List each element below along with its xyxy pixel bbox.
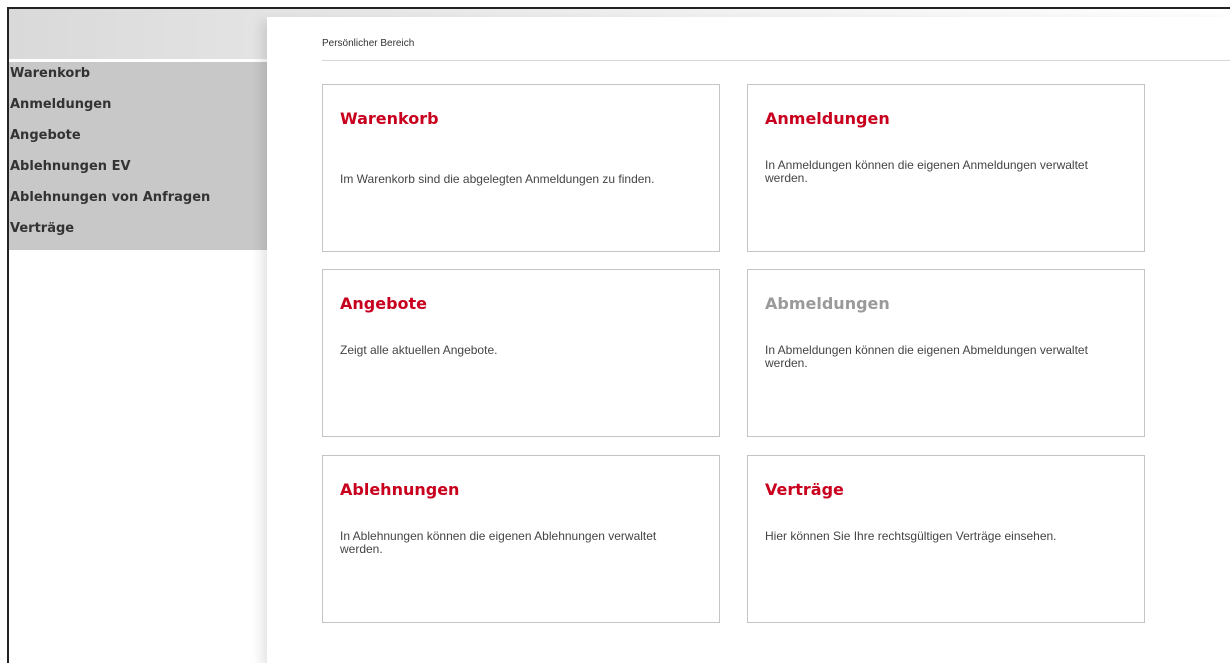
sidebar-nav: Warenkorb Anmeldungen Angebote Ablehnung…	[9, 59, 267, 250]
tile-description: In Abmeldungen können die eigenen Abmeld…	[765, 343, 1088, 370]
breadcrumb: Persönlicher Bereich	[322, 38, 415, 49]
tile-title: Angebote	[340, 294, 428, 313]
tile-angebote[interactable]: Angebote Zeigt alle aktuellen Angebote.	[322, 269, 720, 437]
tile-title: Abmeldungen	[765, 294, 890, 313]
sidebar-item-angebote[interactable]: Angebote	[9, 124, 267, 155]
tile-description: Zeigt alle aktuellen Angebote.	[340, 343, 498, 357]
sidebar-item-ablehnungen-von-anfragen[interactable]: Ablehnungen von Anfragen	[9, 186, 267, 217]
tile-anmeldungen[interactable]: Anmeldungen In Anmeldungen können die ei…	[747, 84, 1145, 252]
tile-abmeldungen: Abmeldungen In Abmeldungen können die ei…	[747, 269, 1145, 437]
tile-warenkorb[interactable]: Warenkorb Im Warenkorb sind die abgelegt…	[322, 84, 720, 252]
tile-title: Ablehnungen	[340, 480, 460, 499]
tile-title: Warenkorb	[340, 109, 439, 128]
sidebar-item-vertraege[interactable]: Verträge	[9, 217, 267, 248]
main-content: Persönlicher Bereich Warenkorb Im Warenk…	[267, 17, 1230, 663]
tile-description: In Anmeldungen können die eigenen Anmeld…	[765, 158, 1088, 185]
tile-description: Hier können Sie Ihre rechtsgültigen Vert…	[765, 529, 1057, 543]
sidebar-item-warenkorb[interactable]: Warenkorb	[9, 62, 267, 93]
tile-description: In Ablehnungen können die eigenen Ablehn…	[340, 529, 657, 556]
tile-title: Verträge	[765, 480, 844, 499]
tile-description: Im Warenkorb sind die abgelegten Anmeldu…	[340, 172, 655, 186]
sidebar-item-anmeldungen[interactable]: Anmeldungen	[9, 93, 267, 124]
breadcrumb-divider	[322, 60, 1230, 61]
sidebar-item-ablehnungen-ev[interactable]: Ablehnungen EV	[9, 155, 267, 186]
tile-vertraege[interactable]: Verträge Hier können Sie Ihre rechtsgült…	[747, 455, 1145, 623]
tile-title: Anmeldungen	[765, 109, 890, 128]
tile-ablehnungen[interactable]: Ablehnungen In Ablehnungen können die ei…	[322, 455, 720, 623]
